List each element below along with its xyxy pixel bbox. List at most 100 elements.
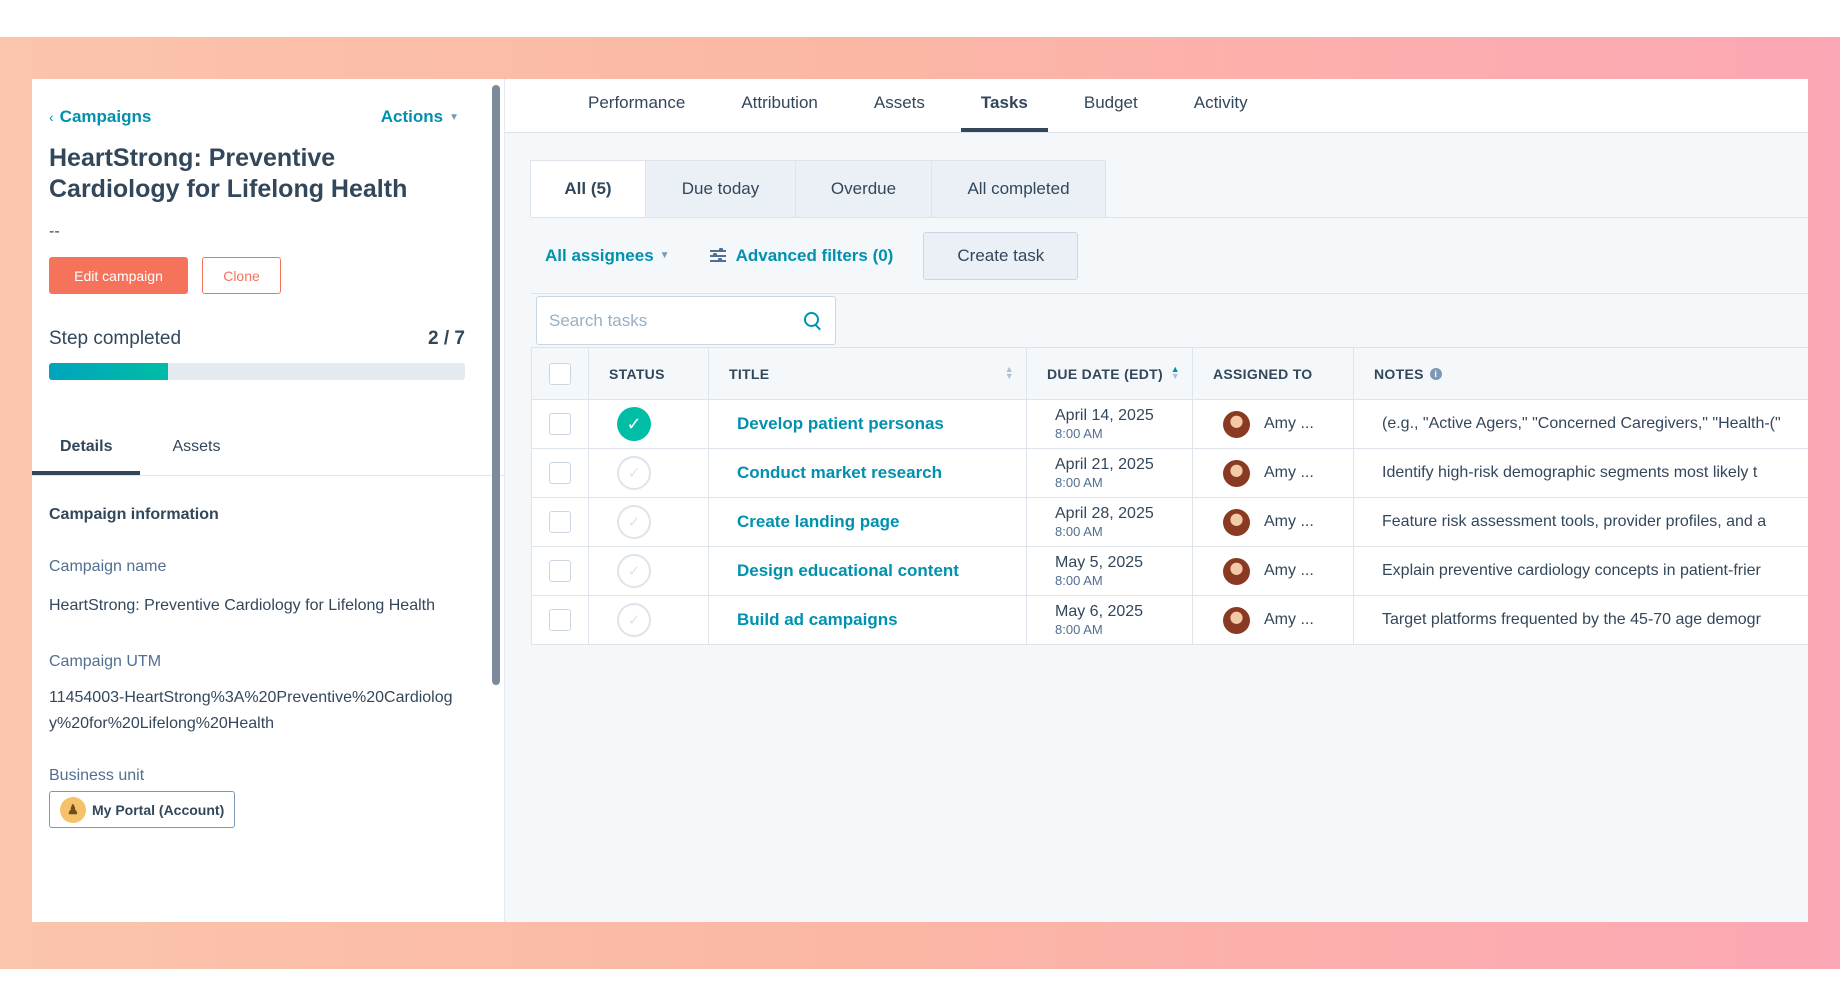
task-title-link[interactable]: Create landing page xyxy=(709,512,899,532)
table-row: ✓ Conduct market research April 21, 2025… xyxy=(531,449,1808,498)
task-title-link[interactable]: Build ad campaigns xyxy=(709,610,898,630)
row-checkbox[interactable] xyxy=(549,560,571,582)
due-cell: May 6, 2025 8:00 AM xyxy=(1027,596,1193,644)
task-note: Explain preventive cardiology concepts i… xyxy=(1382,562,1761,579)
title-cell: Create landing page xyxy=(709,498,1027,546)
campaign-name-label: Campaign name xyxy=(49,558,167,575)
tab-activity[interactable]: Activity xyxy=(1166,79,1276,132)
task-title-link[interactable]: Develop patient personas xyxy=(709,414,944,434)
tab-budget[interactable]: Budget xyxy=(1056,79,1166,132)
tab-all-completed[interactable]: All completed xyxy=(931,160,1106,218)
business-unit-value: My Portal (Account) xyxy=(92,801,225,818)
due-time: 8:00 AM xyxy=(1055,475,1103,490)
assignee-name[interactable]: Amy ... xyxy=(1264,513,1314,531)
assignees-dropdown[interactable]: All assignees ▼ xyxy=(545,246,670,266)
search-icon[interactable] xyxy=(803,311,823,331)
campaign-utm-label: Campaign UTM xyxy=(49,653,162,670)
assignee-name[interactable]: Amy ... xyxy=(1264,464,1314,482)
header-due-date: DUE DATE (EDT) xyxy=(1047,365,1163,382)
row-checkbox[interactable] xyxy=(549,511,571,533)
info-icon[interactable]: i xyxy=(1429,367,1442,380)
notes-cell: (e.g., "Active Agers," "Concerned Caregi… xyxy=(1354,400,1808,448)
table-row: ✓ Build ad campaigns May 6, 2025 8:00 AM … xyxy=(531,596,1808,645)
clone-button[interactable]: Clone xyxy=(202,257,281,294)
tab-assets[interactable]: Assets xyxy=(144,438,248,475)
incomplete-check-icon[interactable]: ✓ xyxy=(617,554,651,588)
actions-label: Actions xyxy=(380,107,444,126)
row-checkbox[interactable] xyxy=(549,609,571,631)
tab-attribution[interactable]: Attribution xyxy=(713,79,846,132)
tab-due-today[interactable]: Due today xyxy=(645,160,796,218)
header-notes: NOTES xyxy=(1374,365,1424,382)
completed-check-icon[interactable]: ✓ xyxy=(617,407,651,441)
notes-cell: Identify high-risk demographic segments … xyxy=(1354,449,1808,497)
status-cell: ✓ xyxy=(589,400,709,448)
due-date: April 28, 2025 xyxy=(1055,505,1154,522)
row-check-cell xyxy=(531,449,589,497)
tab-overdue[interactable]: Overdue xyxy=(795,160,932,218)
step-progress-bar xyxy=(49,363,465,380)
tasks-panel: Performance Attribution Assets Tasks Bud… xyxy=(505,79,1808,922)
avatar xyxy=(1223,606,1250,634)
breadcrumb-campaigns[interactable]: ‹ Campaigns xyxy=(49,107,151,127)
due-cell: April 21, 2025 8:00 AM xyxy=(1027,449,1193,497)
campaign-sidebar: ‹ Campaigns Actions ▼ HeartStrong: Preve… xyxy=(32,79,505,922)
avatar xyxy=(1223,410,1250,438)
due-time: 8:00 AM xyxy=(1055,426,1103,441)
advanced-filters-button[interactable]: Advanced filters (0) xyxy=(709,246,893,266)
task-note: Identify high-risk demographic segments … xyxy=(1382,464,1758,481)
due-date: May 6, 2025 xyxy=(1055,603,1144,620)
due-cell: May 5, 2025 8:00 AM xyxy=(1027,547,1193,595)
assignees-label: All assignees xyxy=(545,245,654,265)
title-cell: Develop patient personas xyxy=(709,400,1027,448)
notes-cell: Feature risk assessment tools, provider … xyxy=(1354,498,1808,546)
tab-all[interactable]: All (5) xyxy=(530,160,646,218)
search-input[interactable] xyxy=(549,310,803,331)
assignee-name[interactable]: Amy ... xyxy=(1264,562,1314,580)
tab-assets[interactable]: Assets xyxy=(846,79,953,132)
select-all-cell xyxy=(531,348,589,399)
row-check-cell xyxy=(531,400,589,448)
select-all-checkbox[interactable] xyxy=(549,362,571,385)
assignee-name[interactable]: Amy ... xyxy=(1264,415,1314,433)
incomplete-check-icon[interactable]: ✓ xyxy=(617,505,651,539)
portal-icon: ♟ xyxy=(60,796,86,823)
incomplete-check-icon[interactable]: ✓ xyxy=(617,603,651,637)
app-window: ‹ Campaigns Actions ▼ HeartStrong: Preve… xyxy=(32,79,1808,922)
avatar xyxy=(1223,508,1250,536)
campaign-information-heading: Campaign information xyxy=(49,506,219,523)
sort-ascending-icon[interactable]: ▲ ▼ xyxy=(1171,365,1180,381)
sort-icon[interactable]: ▲ ▼ xyxy=(1005,365,1014,381)
task-note: Feature risk assessment tools, provider … xyxy=(1382,513,1767,530)
task-title-link[interactable]: Conduct market research xyxy=(709,463,942,483)
business-unit-label: Business unit xyxy=(49,767,145,784)
caret-down-icon: ▼ xyxy=(449,111,459,123)
assignee-cell: Amy ... xyxy=(1193,596,1354,644)
business-unit-chip[interactable]: ♟ My Portal (Account) xyxy=(49,791,236,828)
row-checkbox[interactable] xyxy=(549,413,571,435)
edit-campaign-button[interactable]: Edit campaign xyxy=(49,257,188,294)
tab-tasks[interactable]: Tasks xyxy=(953,79,1056,132)
tab-details[interactable]: Details xyxy=(32,438,141,475)
incomplete-check-icon[interactable]: ✓ xyxy=(617,456,651,490)
avatar xyxy=(1223,459,1250,487)
row-checkbox[interactable] xyxy=(549,462,571,484)
tasks-table: STATUS TITLE ▲ ▼ DUE DATE (EDT) ▲ ▼ ASSIGN… xyxy=(531,347,1808,645)
step-count: 2 / 7 xyxy=(428,328,465,349)
tab-performance[interactable]: Performance xyxy=(560,79,713,132)
sidebar-scrollbar[interactable] xyxy=(492,85,500,685)
due-time: 8:00 AM xyxy=(1055,524,1103,539)
row-check-cell xyxy=(531,547,589,595)
header-due-date-cell[interactable]: DUE DATE (EDT) ▲ ▼ xyxy=(1027,348,1193,399)
title-cell: Build ad campaigns xyxy=(709,596,1027,644)
header-title-cell[interactable]: TITLE ▲ ▼ xyxy=(709,348,1027,399)
due-cell: April 14, 2025 8:00 AM xyxy=(1027,400,1193,448)
caret-down-icon: ▼ xyxy=(659,250,670,261)
search-box xyxy=(536,296,836,345)
breadcrumb-label: Campaigns xyxy=(59,107,152,126)
task-title-link[interactable]: Design educational content xyxy=(709,561,959,581)
campaign-title: HeartStrong: Preventive Cardiology for L… xyxy=(49,144,408,203)
assignee-name[interactable]: Amy ... xyxy=(1264,611,1314,629)
actions-dropdown[interactable]: Actions ▼ xyxy=(381,107,459,127)
create-task-button[interactable]: Create task xyxy=(923,231,1079,280)
